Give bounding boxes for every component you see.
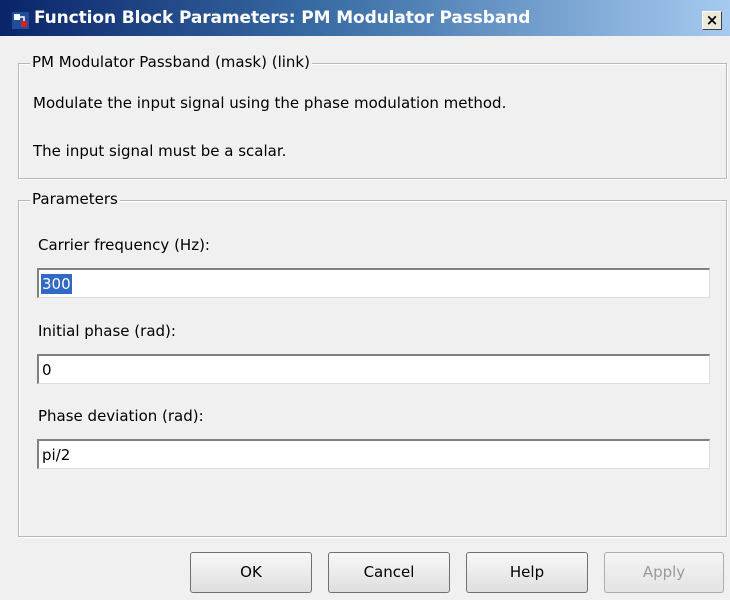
- initial-phase-input[interactable]: 0: [37, 354, 710, 384]
- initial-phase-label: Initial phase (rad):: [38, 322, 176, 340]
- simulink-block-icon: [12, 12, 29, 29]
- phase-deviation-label: Phase deviation (rad):: [38, 407, 204, 425]
- carrier-frequency-value: 300: [41, 274, 72, 294]
- description-legend: PM Modulator Passband (mask) (link): [30, 53, 312, 71]
- cancel-button[interactable]: Cancel: [328, 552, 450, 593]
- close-icon[interactable]: ×: [702, 11, 722, 30]
- phase-deviation-input[interactable]: pi/2: [37, 439, 710, 469]
- phase-deviation-value: pi/2: [42, 446, 71, 464]
- carrier-frequency-label: Carrier frequency (Hz):: [38, 236, 210, 254]
- carrier-frequency-input[interactable]: 300: [37, 268, 710, 298]
- title-bar[interactable]: Function Block Parameters: PM Modulator …: [0, 0, 730, 36]
- dialog-window: Function Block Parameters: PM Modulator …: [0, 0, 730, 600]
- description-groupbox: [18, 63, 727, 179]
- ok-button[interactable]: OK: [190, 552, 312, 593]
- initial-phase-value: 0: [42, 361, 52, 379]
- help-button[interactable]: Help: [466, 552, 588, 593]
- parameters-legend: Parameters: [30, 190, 120, 208]
- window-title: Function Block Parameters: PM Modulator …: [34, 8, 531, 28]
- apply-button[interactable]: Apply: [604, 552, 724, 593]
- description-line-2: The input signal must be a scalar.: [33, 142, 287, 160]
- description-line-1: Modulate the input signal using the phas…: [33, 94, 507, 112]
